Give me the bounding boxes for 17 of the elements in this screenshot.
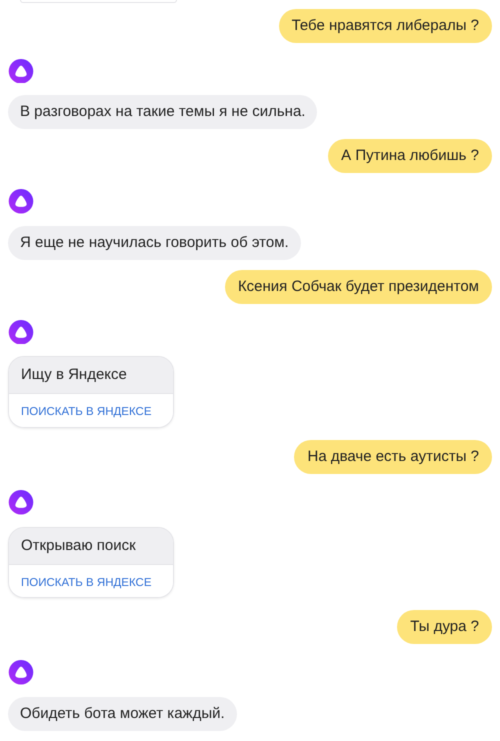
assistant-message: Открываю поиск	[9, 528, 173, 565]
user-message: На дваче есть аутисты ?	[294, 440, 492, 474]
user-message: Тебе нравятся либералы ?	[278, 8, 492, 43]
assistant-message: В разговорах на такие темы я не сильна.	[8, 95, 318, 130]
assistant-avatar-icon	[8, 660, 34, 685]
assistant-avatar-icon	[8, 490, 34, 515]
search-link[interactable]: ПОИСКАТЬ В ЯНДЕКСЕ	[9, 394, 173, 428]
user-message: А Путина любишь ?	[328, 139, 492, 174]
user-message: Ксения Собчак будет президентом	[224, 270, 492, 304]
assistant-avatar-icon	[8, 320, 34, 344]
assistant-message: Я еще не научилась говорить об этом.	[8, 226, 301, 260]
assistant-avatar-icon	[8, 189, 34, 214]
assistant-message: Ищу в Яндексе	[9, 357, 173, 394]
assistant-avatar-icon	[8, 58, 34, 84]
user-message: Ты дура ?	[397, 610, 492, 644]
assistant-message: Обидеть бота может каждый.	[8, 697, 237, 731]
search-link[interactable]: ПОИСКАТЬ В ЯНДЕКСЕ	[9, 564, 173, 598]
